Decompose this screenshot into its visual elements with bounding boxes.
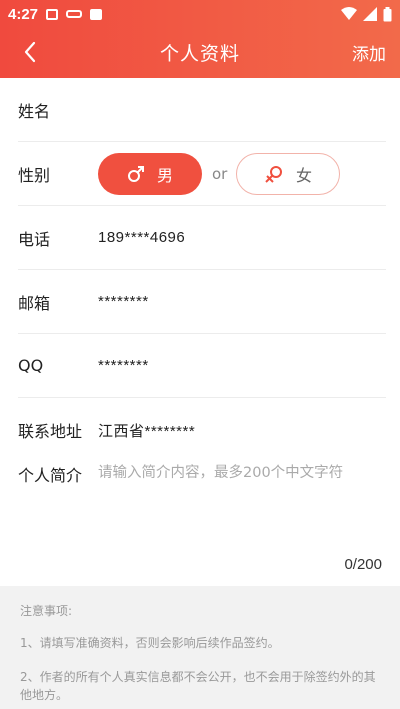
- navbar: 个人资料 添加: [0, 28, 400, 76]
- name-label: 姓名: [18, 101, 51, 121]
- status-bar: 4:27: [0, 0, 400, 28]
- phone-row: 电话 189****4696: [18, 206, 386, 270]
- intro-label: 个人简介: [18, 466, 83, 485]
- back-icon[interactable]: [16, 38, 44, 66]
- notes-item: 1、请填写准确资料，否则会影响后续作品签约。: [20, 636, 280, 650]
- female-button[interactable]: 女: [236, 152, 340, 195]
- qq-label: QQ: [18, 356, 44, 375]
- intro-input[interactable]: [98, 461, 388, 541]
- profile-form: 姓名 性别 男 or 女 电话 189****4696 邮箱 ******** …: [0, 78, 400, 462]
- qq-field[interactable]: ********: [98, 357, 149, 374]
- male-icon: [127, 165, 144, 182]
- female-label: 女: [295, 165, 312, 185]
- email-row: 邮箱 ********: [18, 270, 386, 334]
- address-row: 联系地址 江西省********: [18, 398, 386, 462]
- page-title: 个人资料: [159, 42, 240, 65]
- notification-icon: [90, 8, 103, 20]
- phone-label: 电话: [18, 229, 51, 249]
- gender-selector: 男 or 女: [98, 152, 340, 195]
- female-icon: [265, 165, 282, 183]
- gender-row: 性别 男 or 女: [18, 142, 386, 206]
- address-label: 联系地址: [18, 422, 83, 441]
- male-label: 男: [156, 165, 173, 185]
- notes-item: 2、作者的所有个人真实信息都不会公开，也不会用于除签约外的其他地方。: [20, 670, 376, 702]
- male-button[interactable]: 男: [98, 152, 202, 195]
- gender-label: 性别: [18, 165, 51, 185]
- qq-row: QQ ********: [18, 334, 386, 398]
- add-button[interactable]: 添加: [352, 40, 386, 65]
- header: 4:27 个人资料 添加: [0, 0, 400, 78]
- notification-icon: [46, 8, 59, 20]
- notes-section: 注意事项: 1、请填写准确资料，否则会影响后续作品签约。 2、作者的所有个人真实…: [0, 586, 400, 709]
- notes-title: 注意事项:: [20, 604, 73, 618]
- wifi-icon: [341, 7, 357, 20]
- battery-icon: [383, 6, 392, 21]
- intro-section: 个人简介: [18, 461, 388, 582]
- phone-field[interactable]: 189****4696: [98, 229, 185, 246]
- name-row: 姓名: [18, 78, 386, 142]
- email-label: 邮箱: [18, 293, 51, 313]
- signal-icon: [363, 7, 377, 21]
- char-counter: 0/200: [344, 556, 382, 573]
- email-field[interactable]: ********: [98, 293, 149, 310]
- keyboard-icon: [66, 10, 83, 18]
- address-field[interactable]: 江西省********: [98, 420, 195, 441]
- status-time: 4:27: [8, 5, 39, 23]
- or-text: or: [212, 164, 228, 183]
